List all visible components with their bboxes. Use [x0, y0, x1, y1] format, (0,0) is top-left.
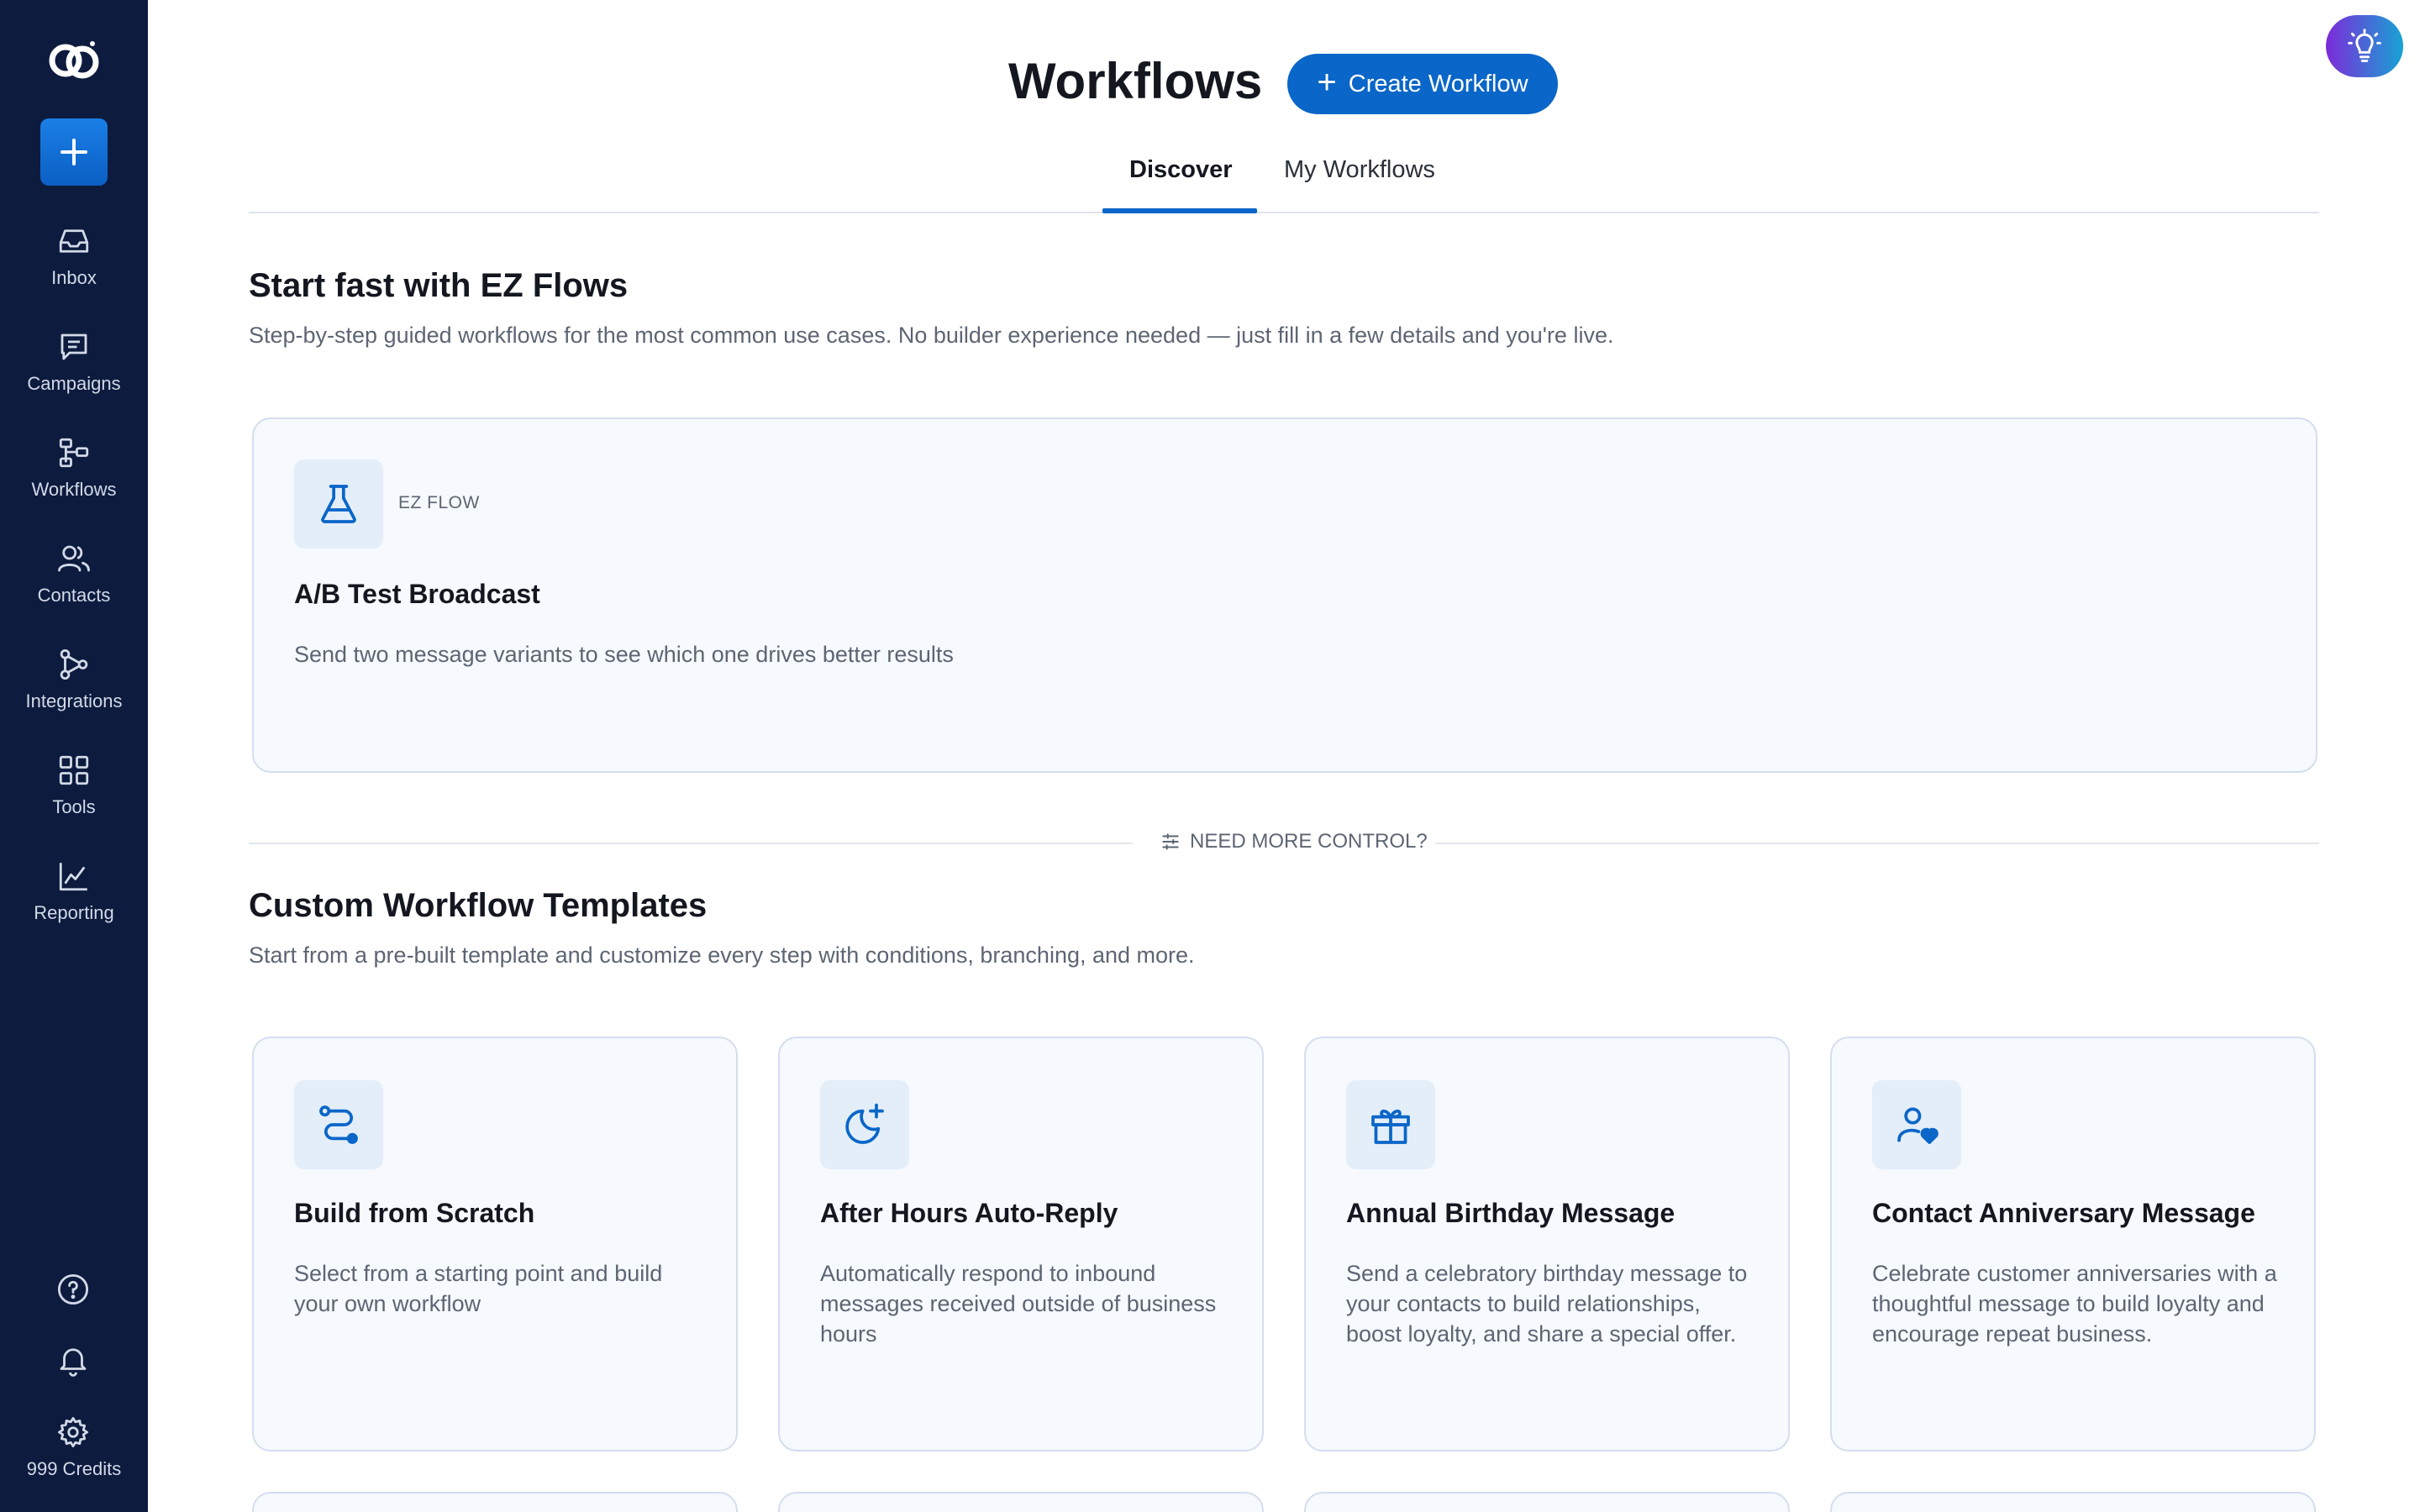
template-card-after-hours-auto-reply[interactable]: After Hours Auto-Reply Automatically res…: [778, 1037, 1264, 1452]
contacts-icon: [58, 545, 90, 572]
tabs-divider: [249, 212, 2319, 213]
create-workflow-button[interactable]: + Create Workflow: [1287, 54, 1558, 114]
template-card-description: Automatically respond to inbound message…: [820, 1261, 1217, 1347]
template-card-contact-anniversary-message[interactable]: Contact Anniversary Message Celebrate cu…: [1830, 1037, 2316, 1452]
inbox-icon: [59, 229, 89, 253]
divider-right: [1435, 843, 2319, 844]
template-icon-tile: [294, 1080, 383, 1169]
ez-section-subtitle: Step-by-step guided workflows for the mo…: [249, 323, 1614, 348]
sidebar-item-reporting[interactable]: Reporting: [0, 847, 148, 939]
new-button[interactable]: [40, 118, 108, 186]
help-icon[interactable]: [55, 1272, 91, 1307]
tab-my-workflows[interactable]: My Workflows: [1284, 156, 1435, 184]
page-title: Workflows: [1008, 53, 1263, 109]
ez-section-title: Start fast with EZ Flows: [249, 267, 629, 304]
sidebar-item-label: Contacts: [37, 585, 111, 606]
ez-flow-icon-tile: [294, 459, 383, 549]
route-icon: [319, 1105, 358, 1144]
template-card-title: Annual Birthday Message: [1346, 1198, 1676, 1228]
template-card-next-row[interactable]: [252, 1492, 738, 1512]
template-card-description: Select from a starting point and build y…: [294, 1261, 663, 1316]
sidebar-item-label: Reporting: [34, 902, 114, 923]
ez-flow-card-description: Send two message variants to see which o…: [294, 642, 954, 667]
sidebar-item-label: Workflows: [31, 479, 117, 500]
sidebar-item-integrations[interactable]: Integrations: [0, 635, 148, 727]
gear-icon[interactable]: [55, 1415, 91, 1450]
divider-label: NEED MORE CONTROL?: [1190, 830, 1428, 853]
template-card-next-row[interactable]: [1830, 1492, 2316, 1512]
template-card-title: Contact Anniversary Message: [1872, 1198, 2255, 1228]
integrations-icon: [60, 648, 88, 680]
sidebar-item-contacts[interactable]: Contacts: [0, 529, 148, 622]
lightbulb-icon: [2348, 29, 2381, 62]
template-card-next-row[interactable]: [778, 1492, 1264, 1512]
divider-left: [249, 843, 1133, 844]
sidebar-item-label: Inbox: [51, 267, 97, 288]
ez-flow-card-title: A/B Test Broadcast: [294, 579, 540, 609]
sidebar-item-label: Tools: [52, 796, 96, 817]
workflow-icon: [59, 438, 89, 468]
grid-icon: [59, 755, 89, 785]
sidebar: Inbox Campaigns Workflows Contacts Integ…: [0, 0, 148, 1512]
templates-section-subtitle: Start from a pre-built template and cust…: [249, 942, 1195, 968]
tips-button[interactable]: [2326, 15, 2403, 77]
user-heart-icon: [1897, 1107, 1939, 1144]
sidebar-item-inbox[interactable]: Inbox: [0, 212, 148, 304]
ez-flow-badge: EZ FLOW: [398, 493, 480, 512]
create-workflow-label: Create Workflow: [1348, 70, 1528, 97]
template-card-description: Celebrate customer anniversaries with a …: [1872, 1261, 2277, 1347]
ez-flow-card[interactable]: EZ FLOW A/B Test Broadcast Send two mess…: [252, 417, 2317, 773]
sidebar-item-tools[interactable]: Tools: [0, 741, 148, 833]
template-card-annual-birthday-message[interactable]: Annual Birthday Message Send a celebrato…: [1304, 1037, 1790, 1452]
sidebar-item-label: Integrations: [25, 690, 123, 711]
brand-logo-icon[interactable]: [40, 34, 108, 87]
tab-discover[interactable]: Discover: [1129, 156, 1233, 184]
template-card-description: Send a celebratory birthday message to y…: [1346, 1261, 1748, 1347]
credits-label[interactable]: 999 Credits: [0, 1458, 148, 1480]
sidebar-item-campaigns[interactable]: Campaigns: [0, 318, 148, 410]
template-icon-tile: [1346, 1080, 1435, 1169]
chat-icon: [60, 333, 87, 360]
plus-icon: +: [1317, 64, 1337, 101]
moon-plus-icon: [845, 1103, 884, 1144]
template-card-title: Build from Scratch: [294, 1198, 535, 1228]
plus-icon: [60, 139, 87, 165]
templates-section-title: Custom Workflow Templates: [249, 887, 708, 924]
sidebar-item-label: Campaigns: [27, 373, 121, 394]
flask-icon: [321, 485, 356, 523]
template-card-next-row[interactable]: [1304, 1492, 1790, 1512]
sidebar-item-workflows[interactable]: Workflows: [0, 423, 148, 516]
sliders-icon: [1162, 833, 1179, 850]
active-tab-indicator: [1102, 208, 1257, 213]
template-icon-tile: [1872, 1080, 1961, 1169]
template-icon-tile: [820, 1080, 909, 1169]
template-card-title: After Hours Auto-Reply: [820, 1198, 1118, 1228]
template-card-build-from-scratch[interactable]: Build from Scratch Select from a startin…: [252, 1037, 738, 1452]
need-more-control-divider: NEED MORE CONTROL?: [1160, 830, 1428, 853]
bell-icon[interactable]: [55, 1342, 91, 1378]
chart-icon: [59, 863, 87, 891]
gift-icon: [1371, 1109, 1410, 1144]
